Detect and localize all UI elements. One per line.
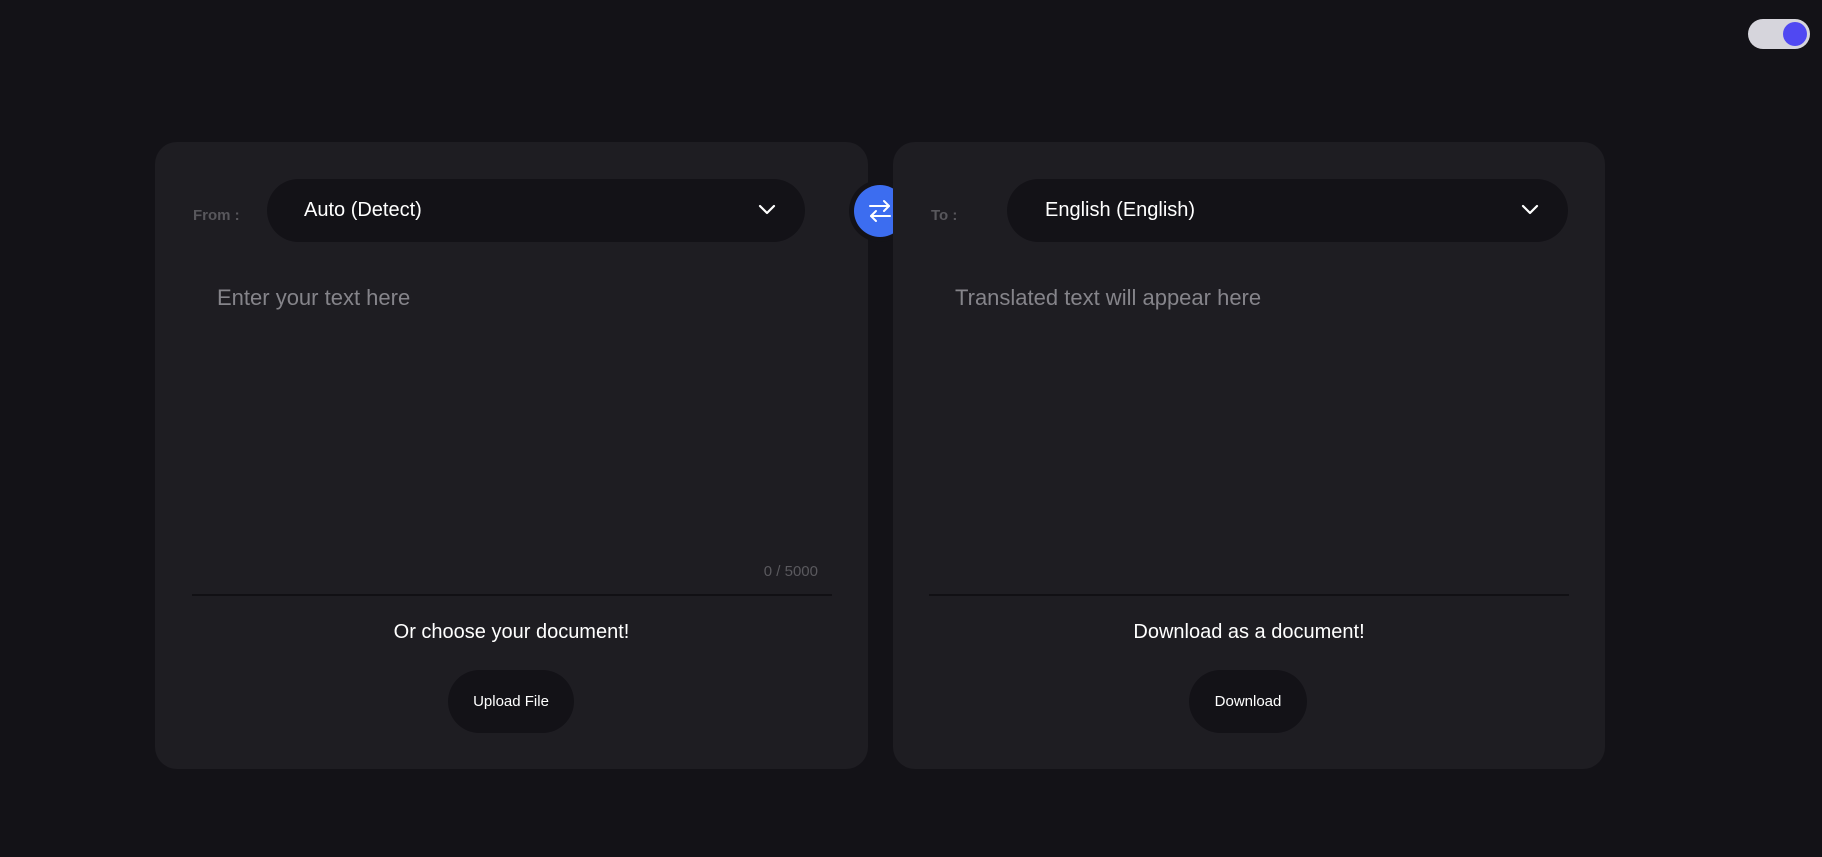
- upload-caption: Or choose your document!: [393, 621, 630, 643]
- source-language-select[interactable]: Auto (Detect): [267, 179, 805, 242]
- download-button[interactable]: Download: [1189, 670, 1307, 733]
- target-language-select[interactable]: English (English): [1007, 179, 1568, 242]
- from-label: From :: [193, 207, 240, 224]
- translated-text-output: Translated text will appear here: [955, 285, 1262, 310]
- chevron-down-icon: [1521, 204, 1539, 215]
- chevron-down-icon: [758, 204, 776, 215]
- source-panel: From : Auto (Detect) Enter your text her…: [155, 142, 868, 769]
- char-count: 0 / 5000: [763, 563, 818, 580]
- source-language-value: Auto (Detect): [304, 199, 422, 221]
- source-divider: [192, 594, 832, 596]
- theme-toggle-knob: [1783, 22, 1807, 46]
- source-text-input[interactable]: Enter your text here: [217, 285, 817, 535]
- target-divider: [929, 594, 1569, 596]
- upload-file-button[interactable]: Upload File: [448, 670, 574, 733]
- target-panel: To : English (English) Translated text w…: [893, 142, 1605, 769]
- download-caption: Download as a document!: [1133, 621, 1365, 643]
- to-label: To :: [931, 207, 958, 224]
- swap-arrows-icon: [869, 200, 891, 222]
- translator-page: From : Auto (Detect) Enter your text her…: [0, 0, 1822, 857]
- target-language-value: English (English): [1045, 199, 1196, 221]
- theme-toggle[interactable]: [1748, 19, 1810, 49]
